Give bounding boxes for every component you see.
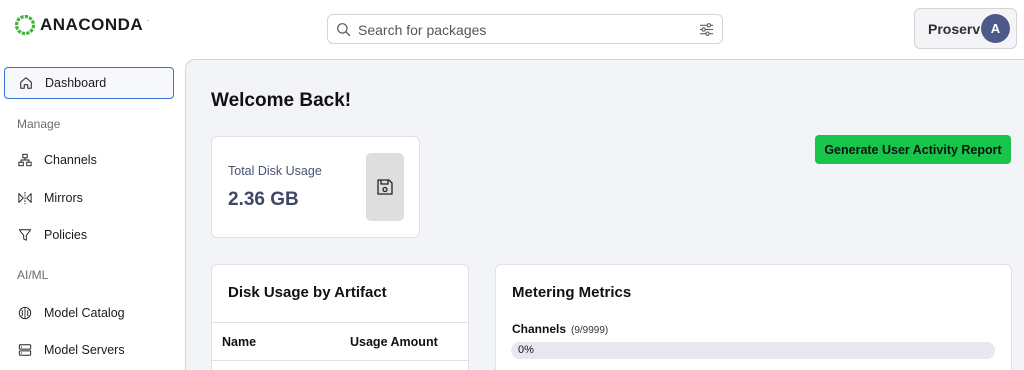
total-disk-usage-card: Total Disk Usage 2.36 GB [211, 136, 420, 238]
sidebar-item-label: Model Catalog [44, 306, 125, 320]
section-label-ai-ml: AI/ML [17, 268, 49, 282]
channels-progress-bar: 0% [511, 342, 995, 359]
column-header-usage-amount[interactable]: Usage Amount [350, 335, 438, 349]
sidebar: Dashboard Manage Channels Mirrors Polici… [0, 58, 186, 370]
disk-usage-value: 2.36 GB [228, 189, 299, 210]
avatar: A [981, 14, 1010, 43]
anaconda-logo-icon [14, 14, 36, 36]
disk-usage-label: Total Disk Usage [228, 164, 322, 178]
metric-count: (9/9999) [571, 325, 609, 336]
section-label-manage: Manage [17, 117, 61, 131]
column-header-name[interactable]: Name [222, 335, 256, 349]
metric-row-channels: Channels (9/9999) [512, 322, 608, 336]
user-menu-button[interactable]: Proserv A [914, 8, 1017, 49]
card-title: Metering Metrics [512, 284, 632, 301]
server-icon [18, 344, 32, 356]
filter-sliders-icon[interactable] [699, 22, 714, 37]
sidebar-item-label: Policies [44, 228, 88, 242]
home-icon [20, 77, 32, 89]
user-name: Proserv [928, 20, 981, 37]
search-input[interactable] [358, 19, 688, 41]
mirrors-icon [18, 191, 32, 205]
sidebar-item-label: Model Servers [44, 343, 125, 357]
sidebar-item-label: Channels [44, 153, 97, 167]
sidebar-item-label: Mirrors [44, 191, 83, 205]
top-header: ANACONDA . Proserv A [0, 0, 1024, 58]
anaconda-logo[interactable]: ANACONDA . [14, 14, 149, 36]
generate-report-button[interactable]: Generate User Activity Report [815, 135, 1011, 164]
search-icon [337, 23, 351, 37]
filter-funnel-icon [18, 229, 32, 241]
metering-metrics-card: Metering Metrics Channels (9/9999) 0% [495, 264, 1012, 370]
sidebar-item-channels[interactable]: Channels [4, 144, 174, 176]
sidebar-item-model-servers[interactable]: Model Servers [4, 334, 174, 366]
sidebar-item-label: Dashboard [45, 76, 107, 90]
main-content: Welcome Back! Total Disk Usage 2.36 GB G… [185, 59, 1024, 370]
divider [212, 360, 468, 361]
card-title: Disk Usage by Artifact [228, 284, 387, 301]
logo-text: ANACONDA [40, 15, 144, 34]
divider [212, 322, 468, 323]
sidebar-item-model-catalog[interactable]: Model Catalog [4, 297, 174, 329]
sidebar-item-policies[interactable]: Policies [4, 219, 174, 251]
page-title: Welcome Back! [211, 90, 352, 111]
brain-icon [18, 306, 32, 320]
metric-name: Channels [512, 322, 567, 336]
sidebar-item-mirrors[interactable]: Mirrors [4, 182, 174, 214]
sidebar-item-dashboard[interactable]: Dashboard [4, 67, 174, 99]
channels-icon [18, 153, 32, 167]
logo-mark-dot: . [147, 16, 150, 23]
search-bar [327, 14, 723, 44]
progress-label: 0% [518, 344, 534, 356]
disk-icon-box [366, 153, 404, 221]
save-disk-icon [377, 179, 393, 195]
disk-usage-by-artifact-card: Disk Usage by Artifact Name Usage Amount [211, 264, 469, 370]
